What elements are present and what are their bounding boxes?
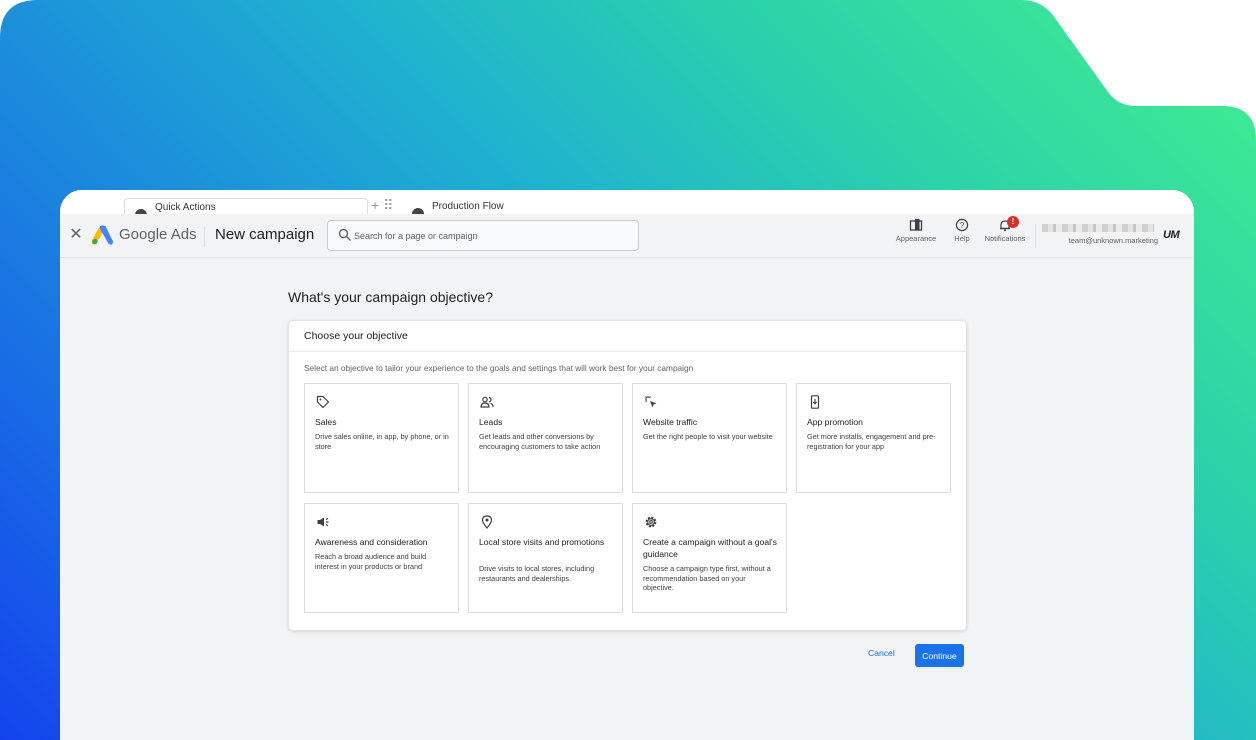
objective-description: Reach a broad audience and build interes… (315, 552, 427, 571)
browser-tab-label: Quick Actions (155, 202, 216, 213)
objective-title: Awareness and consideration (315, 537, 428, 547)
objective-card: Choose your objective Select an objectiv… (288, 320, 967, 631)
objective-awareness[interactable]: Awareness and consideration Reach a broa… (304, 503, 459, 613)
browser-window: Quick Actions +⠿ Production Flow ✕ Googl… (60, 190, 1194, 740)
megaphone-icon (317, 517, 329, 527)
objective-title: App promotion (807, 417, 863, 427)
notification-badge: ! (1007, 216, 1019, 228)
location-pin-icon (481, 515, 493, 529)
objective-description: Get more installs, engagement and pre-re… (807, 432, 936, 451)
objective-website-traffic[interactable]: Website traffic Get the right people to … (632, 383, 787, 493)
objective-title: Website traffic (643, 417, 698, 427)
help-label: Help (954, 234, 970, 243)
browser-tab-label: Production Flow (432, 201, 504, 212)
card-description: Select an objective to tailor your exper… (304, 363, 694, 373)
notifications-button[interactable]: ! Notifications (980, 216, 1030, 243)
objective-sales[interactable]: Sales Drive sales online, in app, by pho… (304, 383, 459, 493)
account-divider (1035, 224, 1036, 248)
click-icon (645, 396, 657, 408)
header-divider (204, 227, 205, 247)
objective-description: Get the right people to visit your websi… (643, 432, 773, 441)
objective-leads[interactable]: Leads Get leads and other conversions by… (468, 383, 623, 493)
cancel-button[interactable]: Cancel (868, 648, 895, 658)
brand-name: Google Ads (119, 226, 197, 243)
notifications-label: Notifications (984, 234, 1026, 243)
search-icon (338, 228, 351, 241)
appearance-button[interactable]: Appearance (891, 218, 941, 243)
app-header: ✕ Google Ads New campaign Appearance (60, 214, 1194, 258)
objective-description: Get leads and other conversions by encou… (479, 432, 601, 451)
appearance-icon (909, 219, 923, 231)
objective-title: Local store visits and promotions (479, 537, 605, 547)
search-box[interactable] (327, 220, 639, 251)
tab-add-drag-controls[interactable]: +⠿ (371, 197, 397, 214)
objective-app-promotion[interactable]: App promotion Get more installs, engagem… (796, 383, 951, 493)
search-input[interactable] (354, 226, 629, 246)
objective-title: Sales (315, 417, 337, 427)
objective-description: Drive visits to local stores, including … (479, 564, 595, 583)
objective-description: Choose a campaign type first, without a … (643, 564, 771, 592)
objective-no-guidance[interactable]: Create a campaign without a goal's guida… (632, 503, 787, 613)
close-icon[interactable]: ✕ (69, 224, 83, 244)
svg-text:?: ? (960, 221, 965, 230)
google-ads-logo-icon (92, 225, 114, 245)
card-title: Choose your objective (304, 330, 408, 342)
objective-description: Drive sales online, in app, by phone, or… (315, 432, 449, 451)
continue-button[interactable]: Continue (915, 644, 964, 667)
gear-icon (645, 516, 657, 528)
account-email[interactable]: team@unknown.marketing (1060, 236, 1158, 245)
people-icon (480, 396, 494, 408)
account-name-redacted (1042, 224, 1154, 232)
objective-title: Create a campaign without a goal's guida… (643, 537, 777, 559)
account-avatar[interactable]: UM (1163, 229, 1180, 241)
page-heading: What's your campaign objective? (288, 289, 493, 305)
phone-icon (810, 395, 820, 409)
browser-tab-strip: Quick Actions +⠿ Production Flow (60, 190, 1194, 216)
appearance-label: Appearance (895, 234, 937, 243)
page-title: New campaign (215, 226, 315, 243)
help-button[interactable]: ? Help (949, 218, 975, 243)
help-icon: ? (955, 218, 969, 232)
objective-local-store-visits[interactable]: Local store visits and promotions Drive … (468, 503, 623, 613)
card-divider (289, 351, 966, 352)
tag-icon (316, 395, 330, 409)
objective-title: Leads (479, 417, 503, 427)
